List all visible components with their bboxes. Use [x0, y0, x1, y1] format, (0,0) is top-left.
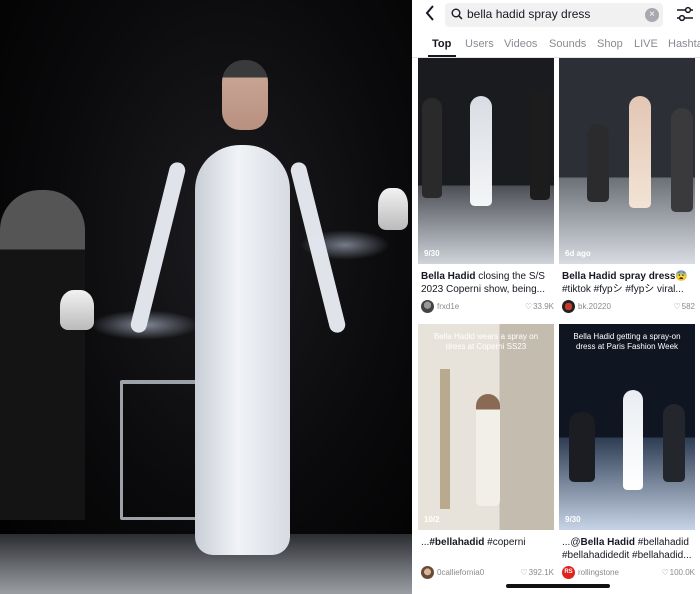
equipment-cart	[120, 380, 205, 520]
avatar[interactable]	[421, 566, 434, 579]
hero-photo	[0, 0, 412, 594]
search-input[interactable]: bella hadid spray dress ×	[445, 3, 663, 27]
like-count-value: 100.0K	[669, 568, 695, 577]
spray-artist-left	[0, 190, 85, 520]
video-caption: ...#bellahadid #coperni	[421, 536, 554, 564]
clear-icon[interactable]: ×	[645, 8, 659, 22]
caption-prefix: ...@	[562, 537, 581, 548]
heart-icon: ♡	[520, 568, 528, 577]
video-thumbnail[interactable]: 6d ago	[559, 58, 695, 264]
like-count: ♡33.9K	[525, 302, 554, 311]
video-date-badge: 6d ago	[565, 249, 591, 258]
video-date-badge: 9/30	[424, 249, 440, 258]
door-frame	[440, 369, 450, 509]
video-meta: bk.20220 ♡582	[562, 300, 695, 314]
search-query-text: bella hadid spray dress	[467, 7, 591, 21]
like-count-value: 33.9K	[533, 302, 554, 311]
author-name[interactable]: bk.20220	[578, 302, 611, 311]
model-arm-left	[129, 160, 187, 335]
video-card[interactable]: 9/30 Bella Hadid closing the S/S 2023 Co…	[418, 58, 554, 320]
spray-artist	[663, 404, 685, 482]
model-head	[222, 60, 268, 130]
like-count: ♡100.0K	[661, 568, 695, 577]
like-count-value: 582	[681, 302, 695, 311]
tab-sounds[interactable]: Sounds	[549, 38, 586, 50]
like-count: ♡582	[673, 302, 695, 311]
video-card[interactable]: Bella Hadid getting a spray-on dress at …	[559, 324, 695, 586]
back-icon[interactable]	[420, 4, 440, 26]
model-figure	[470, 96, 492, 206]
video-overlay-text: Bella Hadid wears a spray on dress at Co…	[433, 332, 539, 351]
model-figure	[623, 390, 643, 490]
search-icon	[451, 8, 463, 20]
tab-videos[interactable]: Videos	[504, 38, 537, 50]
caption-highlight: Bella Hadid	[421, 271, 476, 282]
model-figure	[195, 145, 290, 555]
video-date-badge: 10/2	[424, 515, 440, 524]
avatar[interactable]	[421, 300, 434, 313]
author-name[interactable]: frxd1e	[437, 302, 459, 311]
heart-icon: ♡	[673, 302, 681, 311]
like-count-value: 392.1K	[528, 568, 554, 577]
video-date-badge: 9/30	[565, 515, 581, 524]
video-meta: frxd1e ♡33.9K	[421, 300, 554, 314]
author-name[interactable]: 0calliefornia0	[437, 568, 484, 577]
video-thumbnail[interactable]: Bella Hadid wears a spray on dress at Co…	[418, 324, 554, 530]
heart-icon: ♡	[661, 568, 669, 577]
spray-artist	[422, 98, 442, 198]
caption-text: #tiktok #fypシ #fypシ viral...	[562, 284, 684, 295]
tab-shop[interactable]: Shop	[597, 38, 623, 50]
like-count: ♡392.1K	[520, 568, 554, 577]
avatar[interactable]	[562, 300, 575, 313]
author-name[interactable]: rollingstone	[578, 568, 619, 577]
video-card[interactable]: Bella Hadid wears a spray on dress at Co…	[418, 324, 554, 586]
model-figure	[629, 96, 651, 208]
search-bar: bella hadid spray dress ×	[412, 0, 700, 32]
rolling-stone-logo[interactable]: RS	[562, 566, 575, 579]
spray-gun-right	[378, 188, 408, 230]
caption-text: #coperni	[484, 537, 526, 548]
caption-highlight: #bellahadid	[429, 537, 485, 548]
video-meta: RS rollingstone ♡100.0K	[562, 566, 695, 580]
tab-live[interactable]: LIVE	[634, 38, 658, 50]
spray-artist	[587, 124, 609, 202]
scared-emoji-icon: 😨	[675, 271, 688, 282]
active-tab-indicator	[428, 55, 456, 57]
video-thumbnail[interactable]: 9/30	[418, 58, 554, 264]
tab-top[interactable]: Top	[432, 38, 451, 50]
tab-users[interactable]: Users	[465, 38, 494, 50]
spray-artist	[671, 108, 693, 212]
search-tabs: Top Users Videos Sounds Shop LIVE Hashta	[412, 34, 700, 58]
caption-highlight: Bella Hadid spray dress	[562, 271, 676, 282]
video-overlay-text: Bella Hadid getting a spray-on dress at …	[573, 332, 681, 351]
tab-hashtags[interactable]: Hashta	[668, 38, 700, 50]
video-card[interactable]: 6d ago Bella Hadid spray dress😨 #tiktok …	[559, 58, 695, 320]
spray-mist-right	[300, 230, 390, 260]
video-meta: 0calliefornia0 ♡392.1K	[421, 566, 554, 580]
home-indicator[interactable]	[506, 584, 610, 588]
filter-sliders-icon[interactable]	[676, 6, 694, 22]
caption-highlight: Bella Hadid	[580, 537, 635, 548]
search-results-panel: bella hadid spray dress × Top Users Vide…	[412, 0, 700, 594]
heart-icon: ♡	[524, 302, 533, 311]
video-caption: ...@Bella Hadid #bellahadid #bellahadide…	[562, 536, 695, 564]
spray-artist	[530, 90, 550, 200]
video-caption: Bella Hadid spray dress😨 #tiktok #fypシ #…	[562, 270, 695, 298]
model-figure	[476, 394, 500, 506]
spray-gun-left	[60, 290, 94, 330]
video-caption: Bella Hadid closing the S/S 2023 Coperni…	[421, 270, 554, 298]
video-thumbnail[interactable]: Bella Hadid getting a spray-on dress at …	[559, 324, 695, 530]
spray-artist	[569, 412, 595, 482]
